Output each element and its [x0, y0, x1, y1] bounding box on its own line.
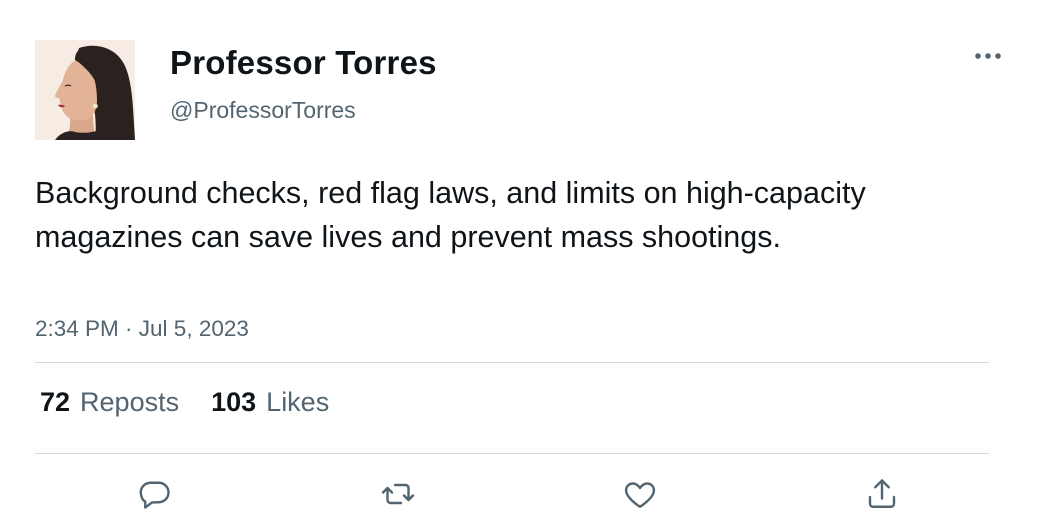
- like-button[interactable]: [618, 472, 662, 516]
- share-icon: [868, 479, 896, 508]
- more-dots-icon: [975, 53, 1001, 59]
- repost-button[interactable]: [376, 472, 420, 516]
- likes-label: Likes: [266, 387, 330, 417]
- tweet-text: Background checks, red flag laws, and li…: [35, 176, 866, 254]
- reposts-stat[interactable]: 72 Reposts: [40, 387, 179, 418]
- avatar[interactable]: [35, 40, 135, 140]
- share-button[interactable]: [860, 472, 904, 516]
- reposts-label: Reposts: [80, 387, 180, 417]
- likes-stat[interactable]: 103 Likes: [211, 387, 329, 418]
- tweet-timestamp[interactable]: 2:34 PM · Jul 5, 2023: [35, 316, 249, 342]
- divider: [35, 362, 989, 363]
- tweet-card: Professor Torres @ProfessorTorres Backgr…: [0, 0, 1050, 525]
- reply-icon: [139, 481, 170, 509]
- divider: [35, 453, 989, 454]
- like-icon: [624, 482, 656, 508]
- reposts-count: 72: [40, 387, 71, 417]
- likes-count: 103: [211, 387, 257, 417]
- repost-icon: [381, 483, 415, 505]
- profile-photo-icon: [35, 40, 135, 140]
- engagement-stats: 72 Reposts 103 Likes: [40, 387, 361, 418]
- display-name[interactable]: Professor Torres: [170, 44, 437, 82]
- reply-button[interactable]: [133, 472, 177, 516]
- username-handle[interactable]: @ProfessorTorres: [170, 97, 356, 124]
- more-options-button[interactable]: [966, 40, 1010, 72]
